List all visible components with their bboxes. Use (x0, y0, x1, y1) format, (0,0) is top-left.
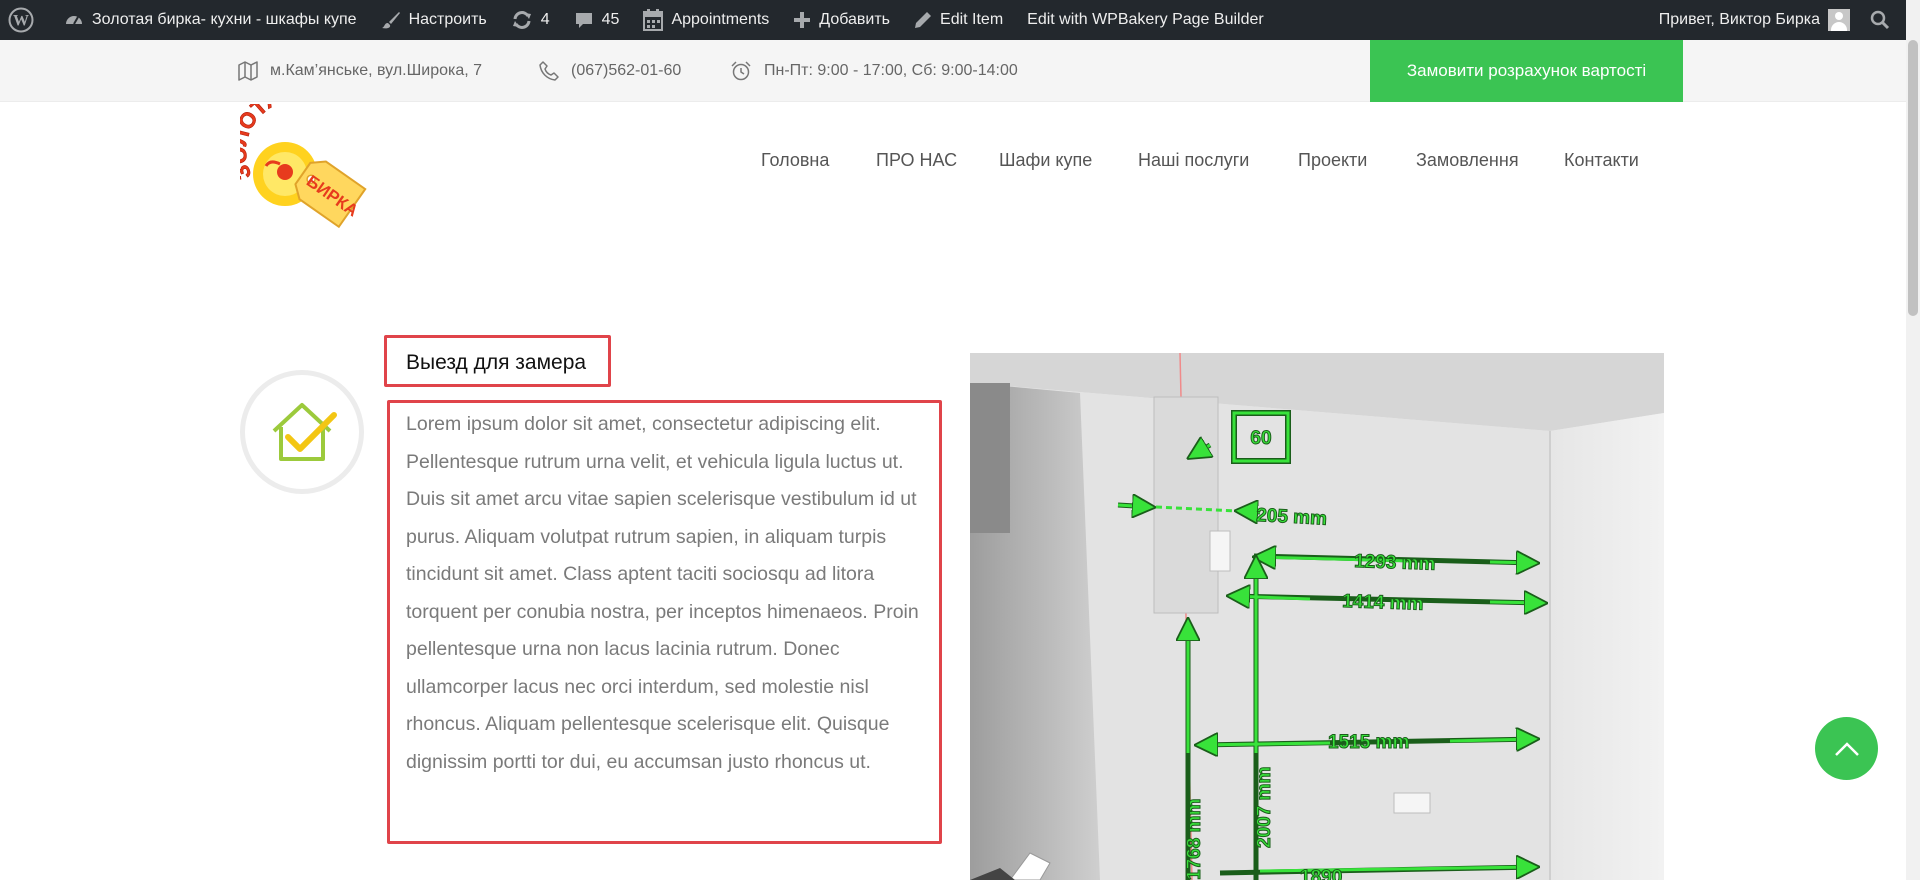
greeting: Привет, Виктор Бирка (1658, 11, 1820, 28)
nav-item-projects[interactable]: Проекти (1298, 150, 1367, 171)
add-new-label: Добавить (819, 11, 891, 28)
refresh-icon (512, 11, 531, 29)
hours-text: Пн-Пт: 9:00 - 17:00, Сб: 9:00-14:00 (764, 62, 1018, 79)
photo-label-1890: 1890 (1300, 867, 1342, 880)
site-logo[interactable]: БИРКА ЗОЛОТАЯ (225, 79, 380, 229)
updates-count: 4 (540, 11, 550, 28)
add-new-menu[interactable]: Добавить (781, 0, 902, 40)
nav-item-services[interactable]: Наші послуги (1138, 150, 1249, 171)
chevron-up-icon (1834, 741, 1859, 756)
photo-label-60: 60 (1250, 428, 1271, 449)
house-check-icon (272, 403, 337, 461)
wpbakery-label: Edit with WPBakery Page Builder (1027, 11, 1264, 28)
search-icon (1870, 10, 1890, 30)
section-body-text: Lorem ipsum dolor sit amet, consectetur … (406, 413, 919, 773)
section-heading: Выезд для замера (406, 351, 587, 374)
comment-icon (575, 13, 592, 28)
photo-label-1293: 1293 mm (1354, 551, 1436, 575)
edit-item-menu[interactable]: Edit Item (902, 0, 1015, 40)
wordpress-icon: W (8, 7, 34, 33)
nav-item-contacts[interactable]: Контакти (1564, 150, 1639, 171)
site-name: Золотая бирка- кухни - шкафы купе (92, 11, 357, 28)
wpbakery-menu[interactable]: Edit with WPBakery Page Builder (1015, 0, 1276, 40)
nav-item-about[interactable]: ПРО НАС (876, 150, 957, 171)
photo-label-1414: 1414 mm (1342, 591, 1424, 615)
svg-text:W: W (13, 13, 29, 30)
nav-item-orders[interactable]: Замовлення (1416, 150, 1519, 171)
dashboard-icon (66, 16, 82, 25)
customize-menu[interactable]: Настроить (369, 0, 499, 40)
my-account-menu[interactable]: Привет, Виктор Бирка (1647, 0, 1864, 40)
phone-icon (539, 61, 559, 81)
calendar-icon (643, 9, 664, 31)
logo-image: БИРКА ЗОЛОТАЯ (225, 79, 367, 229)
hours-info: Пн-Пт: 9:00 - 17:00, Сб: 9:00-14:00 (730, 40, 1018, 102)
admin-bar-right: Привет, Виктор Бирка (1647, 0, 1920, 40)
updates-menu[interactable]: 4 (499, 0, 562, 40)
address-info: м.Кам’янське, вул.Широка, 7 (238, 40, 482, 102)
phone-info: (067)562-01-60 (539, 40, 681, 102)
address-text: м.Кам’янське, вул.Широка, 7 (270, 62, 483, 79)
top-info-bar: м.Кам’янське, вул.Широка, 7 (067)562-01-… (0, 40, 1906, 102)
clock-icon (731, 61, 751, 81)
comments-menu[interactable]: 45 (562, 0, 632, 40)
comments-count: 45 (601, 11, 620, 28)
back-to-top-button[interactable] (1815, 717, 1878, 780)
photo-label-1768: 1768 mm (1184, 799, 1205, 880)
appointments-menu[interactable]: Appointments (631, 0, 781, 40)
map-icon (238, 61, 258, 81)
avatar (1828, 9, 1850, 31)
page-scrollbar-thumb[interactable] (1908, 40, 1918, 316)
wp-logo-menu[interactable]: W (0, 0, 52, 40)
edit-item-label: Edit Item (940, 11, 1004, 28)
photo-label-2007: 2007 mm (1254, 767, 1275, 848)
brush-icon (381, 12, 400, 29)
pencil-icon (915, 12, 932, 28)
plus-icon (794, 12, 811, 28)
order-quote-button[interactable]: Замовити розрахунок вартості (1370, 40, 1683, 102)
measurement-image: 60 205 mm 1293 mm 1414 mm 1515 mm 2007 m… (970, 353, 1664, 880)
wp-admin-bar: W Золотая бирка- кухни - шкафы купе Наст… (0, 0, 1920, 40)
phone-text: (067)562-01-60 (571, 62, 682, 79)
site-name-menu[interactable]: Золотая бирка- кухни - шкафы купе (52, 0, 369, 40)
measurement-photo: 60 205 mm 1293 mm 1414 mm 1515 mm 2007 m… (970, 353, 1664, 880)
appointments-label: Appointments (671, 11, 770, 28)
service-icon-circle (240, 370, 364, 494)
nav-item-wardrobes[interactable]: Шафи купе (999, 150, 1092, 171)
nav-item-home[interactable]: Головна (761, 150, 829, 171)
customize-label: Настроить (408, 11, 487, 28)
photo-label-1515: 1515 mm (1328, 732, 1409, 753)
photo-label-205: 205 mm (1256, 505, 1328, 530)
